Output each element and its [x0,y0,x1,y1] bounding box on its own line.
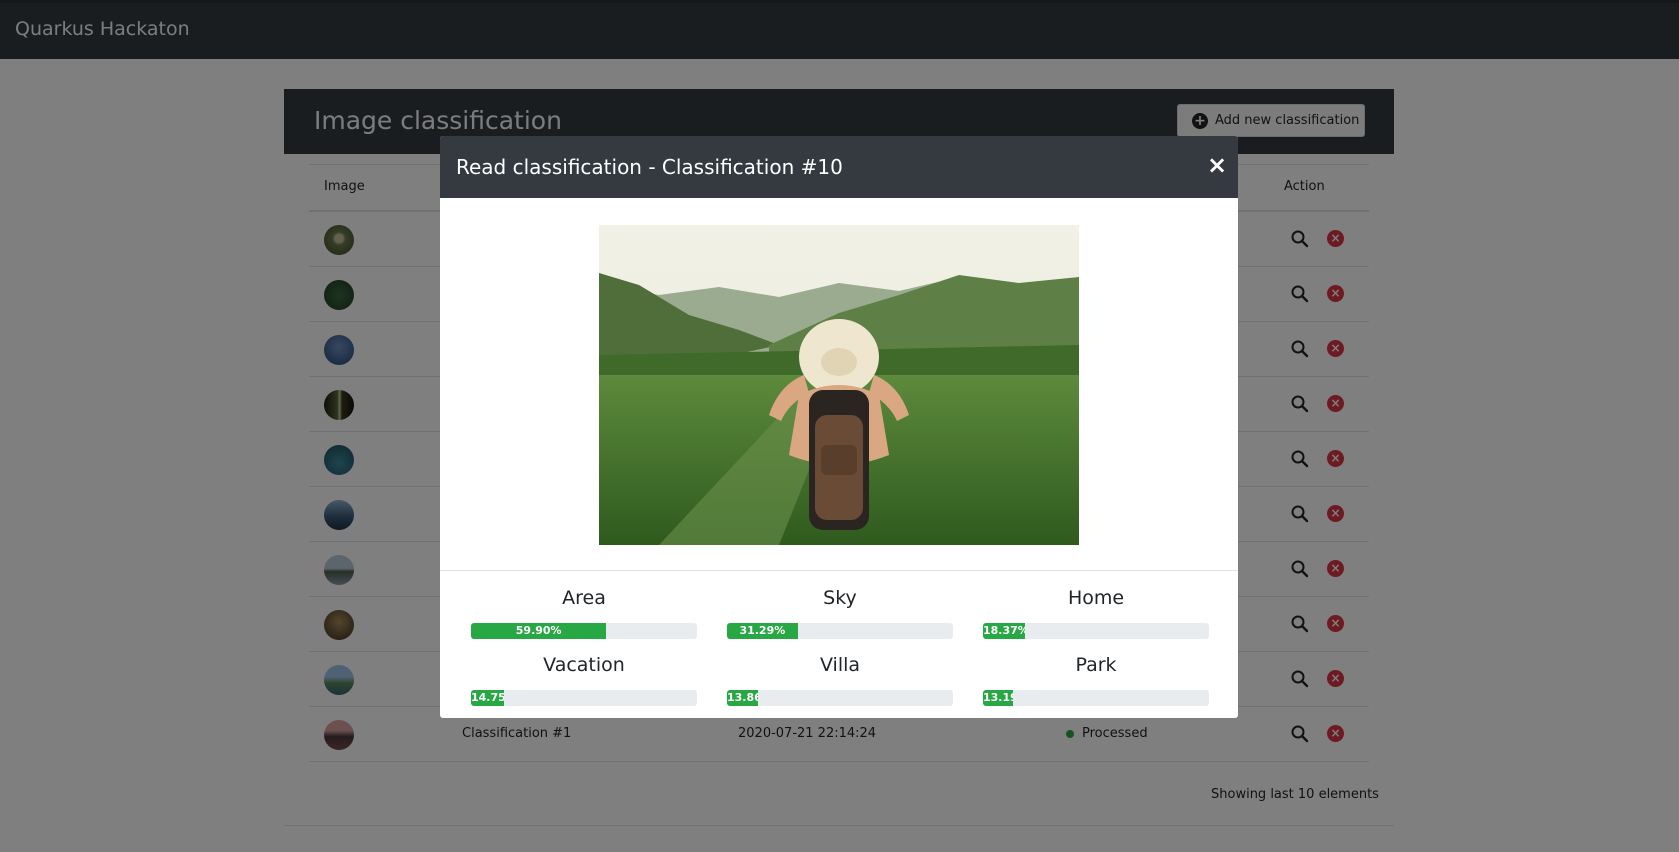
progress-track: 14.75 [471,690,697,706]
modal-header: Read classification - Classification #10… [440,136,1238,198]
progress-track: 31.29% [727,623,953,639]
progress-track: 59.90% [471,623,697,639]
progress-fill: 59.90% [471,623,607,639]
progress-fill: 13.19 [983,690,1013,706]
progress-track: 18.37% [983,623,1209,639]
classified-photo [599,225,1079,545]
metric-label: Sky [823,587,857,609]
close-button[interactable]: × [1207,152,1227,178]
progress-track: 13.19 [983,690,1209,706]
progress-fill: 14.75 [471,690,505,706]
metric-label: Area [562,587,606,609]
metric-label: Vacation [543,654,625,676]
modal-divider [440,570,1238,571]
metric-label: Park [1075,654,1117,676]
progress-fill: 13.86 [727,690,759,706]
progress-fill: 31.29% [727,623,798,639]
progress-track: 13.86 [727,690,953,706]
metric-sky: Sky 31.29% [727,587,953,639]
read-classification-modal: Read classification - Classification #10… [440,136,1238,718]
metric-label: Villa [819,654,861,676]
metric-park: Park 13.19 [983,654,1209,706]
metric-area: Area 59.90% [471,587,697,639]
modal-title: Read classification - Classification #10 [456,155,843,179]
metric-villa: Villa 13.86 [727,654,953,706]
metric-vacation: Vacation 14.75 [471,654,697,706]
progress-fill: 18.37% [983,623,1025,639]
metric-label: Home [1067,587,1125,609]
metric-home: Home 18.37% [983,587,1209,639]
